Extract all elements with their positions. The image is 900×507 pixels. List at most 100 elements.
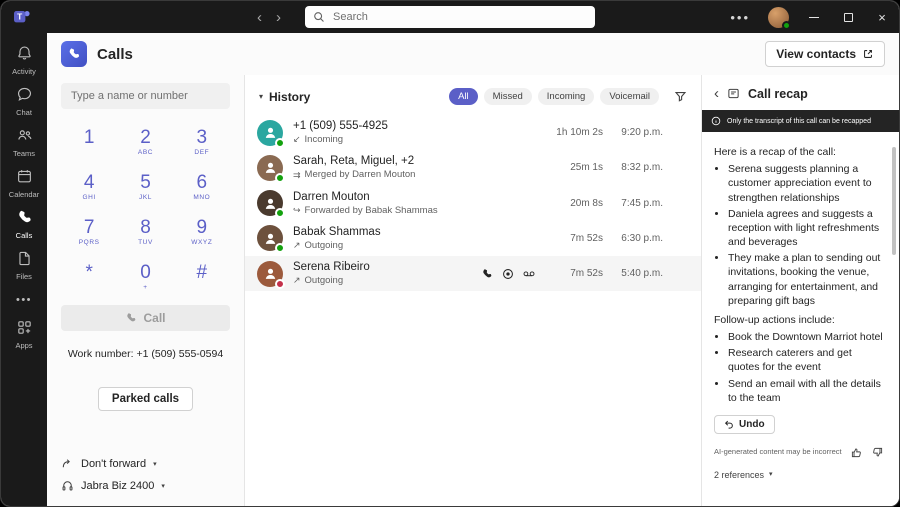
key-digit: 2 [140, 126, 151, 148]
dial-key-3[interactable]: 3 DEF [174, 119, 230, 164]
key-digit: 4 [83, 171, 95, 193]
presence-busy-dot [275, 278, 285, 289]
filter-funnel-icon[interactable] [674, 90, 687, 103]
sidebar-item-chat[interactable]: Chat [1, 81, 47, 122]
filter-chip-all[interactable]: All [449, 88, 478, 105]
call-row[interactable]: +1 (509) 555-4925 ↙ Incoming 1h 10m 2s 9:… [245, 115, 701, 150]
key-digit: # [196, 261, 208, 283]
dial-key-6[interactable]: 6 MNO [174, 164, 230, 209]
recap-scrollbar[interactable] [892, 139, 896, 500]
call-duration: 20m 8s [570, 197, 603, 209]
thumbs-down-icon[interactable] [872, 447, 883, 458]
dial-key-2[interactable]: 2 ABC [117, 119, 173, 164]
dial-key-8[interactable]: 8 TUV [117, 209, 173, 254]
recording-icon[interactable] [502, 268, 514, 280]
call-row-selected[interactable]: Serena Ribeiro ↗ Outgoing 7m 52s 5:40 p.… [245, 256, 701, 292]
history-title: History [269, 89, 311, 104]
chevron-down-icon: ▾ [153, 460, 157, 468]
svg-text:T: T [17, 12, 23, 22]
scrollbar-thumb[interactable] [892, 147, 896, 255]
caller-name: Serena Ribeiro [293, 261, 370, 274]
dial-key-4[interactable]: 4 GHI [61, 164, 117, 209]
dial-key-5[interactable]: 5 JKL [117, 164, 173, 209]
recap-point: They make a plan to sending out invitati… [728, 251, 883, 308]
sidebar-item-apps[interactable]: Apps [1, 314, 47, 355]
dial-keys: 1 2 ABC 3 DEF 4 GHI 5 JKL 6 MNO 7 PQRS 8 TUV 9W… [61, 119, 230, 299]
dial-key-7[interactable]: 7 PQRS [61, 209, 117, 254]
feedback-controls [851, 447, 883, 458]
key-digit: 5 [140, 171, 151, 193]
filter-chip-voicemail[interactable]: Voicemail [600, 88, 659, 105]
sidebar-item-teams[interactable]: Teams [1, 122, 47, 163]
references-toggle[interactable]: 2 references ▾ [714, 469, 883, 481]
sidebar-item-files[interactable]: Files [1, 245, 47, 286]
recap-banner-text: Only the transcript of this call can be … [727, 117, 871, 125]
forwarding-setting-dropdown[interactable]: Don't forward ▾ [61, 457, 230, 470]
filter-chip-missed[interactable]: Missed [483, 88, 532, 105]
more-options-icon[interactable]: ••• [720, 10, 760, 25]
filter-chip-incoming[interactable]: Incoming [537, 88, 595, 105]
search-input[interactable] [331, 10, 587, 24]
call-back-icon[interactable] [481, 268, 493, 280]
close-button[interactable]: × [865, 1, 899, 33]
minimize-button[interactable] [797, 1, 831, 33]
key-digit: 3 [196, 126, 208, 148]
call-duration: 7m 52s [570, 268, 603, 280]
headset-icon [61, 479, 74, 492]
calendar-icon [16, 168, 33, 187]
thumbs-up-icon[interactable] [851, 447, 862, 458]
dial-key-9[interactable]: 9 WXYZ [174, 209, 230, 254]
call-recap-icon [727, 87, 740, 100]
sidebar-label: Calls [15, 231, 33, 240]
dial-key-0[interactable]: 0 + [117, 254, 173, 299]
forward-icon[interactable]: › [276, 10, 281, 25]
caller-name: +1 (509) 555-4925 [293, 120, 388, 132]
chevron-down-icon: ▾ [769, 471, 773, 479]
disclaimer-row: AI-generated content may be incorrect [714, 447, 883, 458]
back-icon[interactable]: ‹ [714, 86, 719, 101]
recap-title: Call recap [748, 86, 808, 101]
call-button[interactable]: Call [61, 305, 230, 331]
dial-input[interactable] [61, 83, 230, 109]
followup-point: Book the Downtown Marriot hotel [728, 330, 883, 344]
sidebar-label: Chat [16, 108, 32, 117]
call-time: 5:40 p.m. [621, 268, 663, 280]
call-row[interactable]: Darren Mouton ↪ Forwarded by Babak Shamma… [245, 186, 701, 221]
phone-icon [125, 312, 137, 324]
voicemail-icon[interactable] [523, 268, 535, 280]
key-digit: * [85, 261, 93, 283]
ai-disclaimer: AI-generated content may be incorrect [714, 447, 842, 457]
dial-key-pound[interactable]: # [174, 254, 230, 299]
parked-calls-button[interactable]: Parked calls [97, 387, 194, 411]
back-icon[interactable]: ‹ [257, 10, 262, 25]
call-row[interactable]: Babak Shammas ↗ Outgoing 7m 52s 6:30 p.m. [245, 221, 701, 256]
dial-key-star[interactable]: * [61, 254, 117, 299]
undo-icon [724, 419, 734, 430]
maximize-button[interactable] [831, 1, 865, 33]
teams-window: T ‹ › ••• × Activity [0, 0, 900, 507]
sidebar-item-calendar[interactable]: Calendar [1, 163, 47, 204]
key-digit: 8 [140, 216, 151, 238]
work-number: Work number: +1 (509) 555-0594 [67, 348, 224, 360]
followup-points-list: Book the Downtown Marriot hotel Research… [714, 330, 883, 405]
collapse-chevron-icon[interactable]: ▾ [259, 92, 263, 101]
dial-key-1[interactable]: 1 [61, 119, 117, 164]
key-digit: 1 [83, 126, 95, 148]
rail-more-icon[interactable]: ••• [16, 286, 32, 314]
avatar [257, 260, 285, 289]
call-row[interactable]: Sarah, Reta, Miguel, +2 ⇉ Merged by Darre… [245, 150, 701, 185]
call-forward-icon [61, 457, 74, 470]
followup-heading: Follow-up actions include: [714, 313, 835, 326]
sidebar-item-activity[interactable]: Activity [1, 40, 47, 81]
forwarding-setting-label: Don't forward [81, 457, 147, 470]
recap-point: Daniela agrees and suggests a reception … [728, 207, 883, 250]
undo-button[interactable]: Undo [714, 414, 775, 434]
sidebar-item-calls[interactable]: Calls [1, 204, 47, 245]
search-box[interactable] [305, 6, 595, 28]
followup-point: Research caterers and get quotes for the… [728, 346, 883, 374]
view-contacts-button[interactable]: View contacts [765, 41, 885, 67]
teams-logo-icon: T [13, 8, 31, 26]
call-detail: Merged by Darren Mouton [304, 169, 416, 181]
profile-avatar[interactable] [768, 6, 791, 30]
audio-device-dropdown[interactable]: Jabra Biz 2400 ▾ [61, 479, 230, 492]
